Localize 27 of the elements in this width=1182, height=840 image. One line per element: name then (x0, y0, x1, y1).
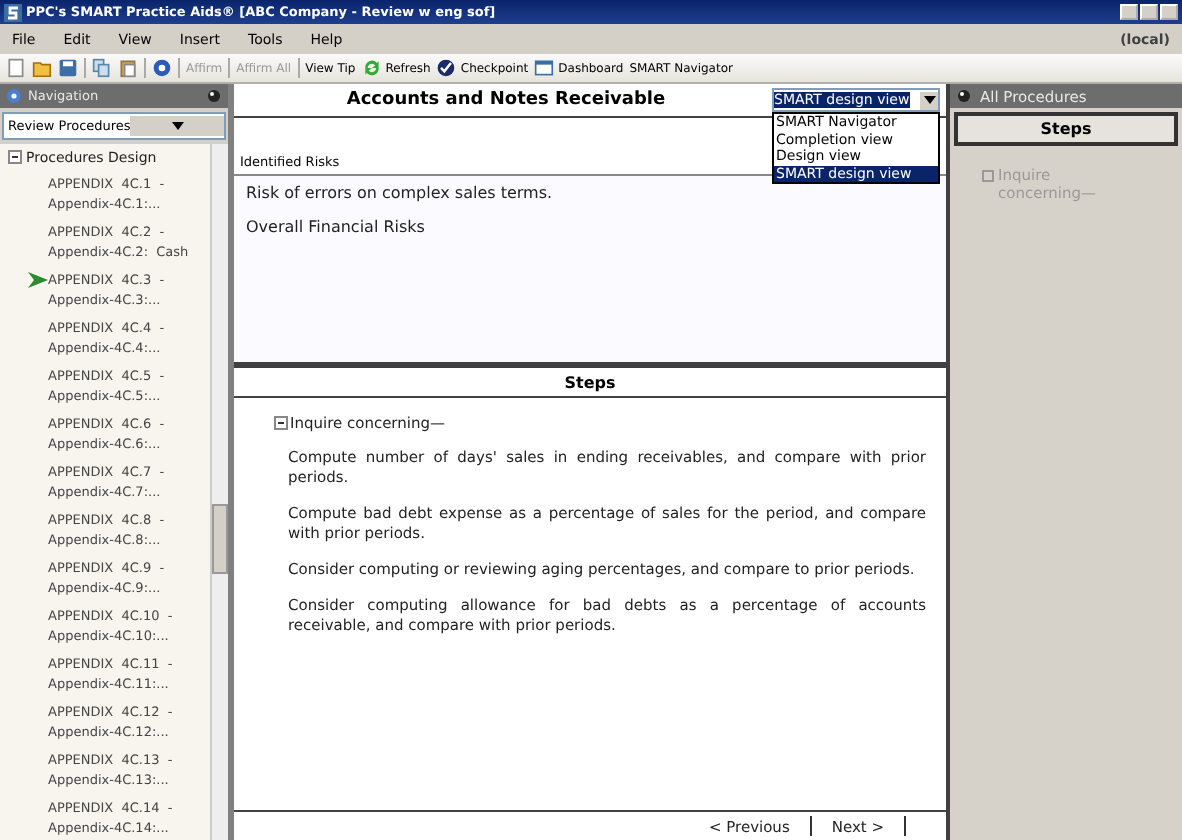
document-title: Accounts and Notes Receivable (344, 90, 668, 110)
steps-header: Steps (954, 112, 1178, 146)
close-button[interactable] (1160, 4, 1178, 20)
paste-icon[interactable] (118, 58, 138, 78)
copy-icon[interactable] (92, 58, 112, 78)
collapse-toggle-icon[interactable] (274, 416, 288, 430)
pin-icon[interactable] (956, 88, 972, 104)
minimize-button[interactable] (1120, 4, 1138, 20)
new-file-icon[interactable] (6, 58, 26, 78)
dropdown-arrow-icon (171, 122, 184, 130)
help-icon (6, 88, 22, 104)
risk-text: Risk of errors on complex sales terms. (246, 184, 555, 202)
maximize-button[interactable] (1140, 4, 1158, 20)
app-logo-icon (4, 3, 22, 21)
checkmark-icon (436, 58, 457, 78)
window-icon (534, 58, 555, 78)
refresh-icon (361, 58, 382, 78)
collapse-toggle-icon[interactable] (8, 150, 22, 164)
scrollbar[interactable] (210, 144, 228, 840)
save-icon[interactable] (58, 58, 78, 78)
expand-toggle[interactable] (982, 170, 994, 182)
dropdown-arrow-icon (923, 96, 935, 104)
help-icon[interactable] (152, 58, 172, 78)
risk-text: Overall Financial Risks (246, 218, 427, 236)
pin-icon[interactable] (206, 88, 222, 104)
folder-icon[interactable] (32, 58, 52, 78)
steps-header: Steps (234, 368, 946, 398)
